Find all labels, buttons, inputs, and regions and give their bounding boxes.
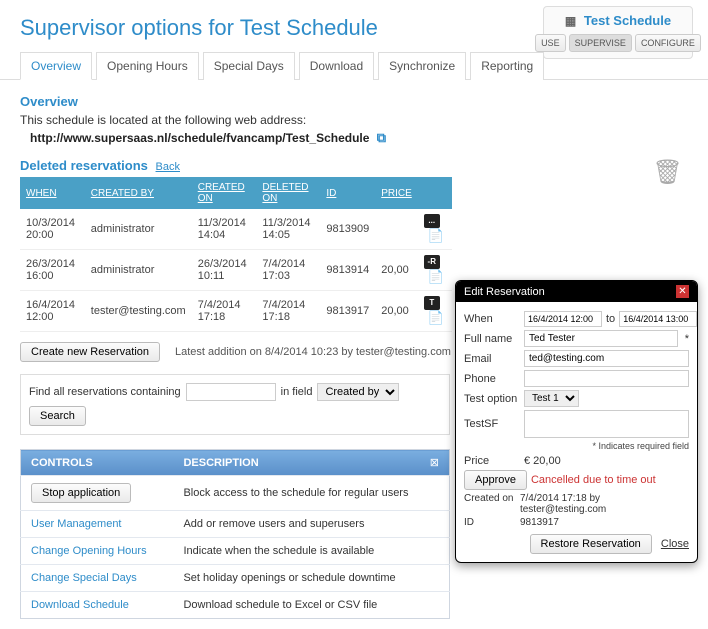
required-note: * Indicates required field: [464, 441, 689, 451]
col-actions: [418, 177, 452, 209]
control-description: Download schedule to Excel or CSV file: [173, 592, 449, 619]
control-description: Add or remove users and superusers: [173, 511, 449, 538]
control-link[interactable]: User Management: [31, 518, 122, 530]
email-label: Email: [464, 353, 520, 365]
popup-title: Edit Reservation: [464, 286, 545, 298]
when-label: When: [464, 313, 520, 325]
required-marker: *: [685, 333, 689, 345]
search-prefix: Find all reservations containing: [29, 386, 181, 398]
table-row: Download Schedule Download schedule to Ex…: [21, 592, 450, 619]
external-link-icon[interactable]: ⧉: [377, 130, 386, 145]
configure-button[interactable]: CONFIGURE: [635, 34, 701, 52]
id-label: ID: [464, 517, 520, 528]
controls-header: CONTROLS: [21, 450, 174, 476]
popup-header: Edit Reservation ✕: [456, 281, 697, 302]
tab-special-days[interactable]: Special Days: [203, 52, 295, 80]
schedule-title-text: Test Schedule: [584, 13, 671, 28]
testsf-label: TestSF: [464, 418, 520, 430]
col-created-on[interactable]: CREATED ON: [192, 177, 257, 209]
tab-synchronize[interactable]: Synchronize: [378, 52, 466, 80]
table-row: Stop application Block access to the sche…: [21, 476, 450, 511]
table-row: Change Special Days Set holiday openings …: [21, 565, 450, 592]
testopt-select[interactable]: Test 1: [524, 390, 579, 407]
supervise-button[interactable]: SUPERVISE: [569, 34, 632, 52]
email-input[interactable]: [524, 350, 689, 367]
deleted-table: WHEN CREATED BY CREATED ON DELETED ON ID…: [20, 177, 452, 332]
table-row: Change Opening Hours Indicate when the sc…: [21, 538, 450, 565]
document-icon[interactable]: 📄: [428, 269, 444, 284]
col-id[interactable]: ID: [320, 177, 375, 209]
controls-table: CONTROLS DESCRIPTION ⊠ Stop application B…: [20, 449, 450, 619]
schedule-panel: ▦ Test Schedule USE SUPERVISE CONFIGURE: [543, 6, 693, 59]
created-on-value: 7/4/2014 17:18 by tester@testing.com: [520, 493, 689, 515]
location-url: http://www.supersaas.nl/schedule/fvancam…: [20, 130, 688, 146]
tab-download[interactable]: Download: [299, 52, 374, 80]
back-link[interactable]: Back: [156, 161, 180, 173]
latest-addition-text: Latest addition on 8/4/2014 10:23 by tes…: [175, 346, 451, 358]
search-input[interactable]: [186, 383, 276, 401]
trash-icon[interactable]: 🗑: [653, 158, 683, 187]
search-box: Find all reservations containing in fiel…: [20, 374, 450, 435]
deleted-heading-text: Deleted reservations: [20, 158, 148, 173]
close-link[interactable]: Close: [661, 538, 689, 550]
phone-label: Phone: [464, 373, 520, 385]
create-reservation-button[interactable]: Create new Reservation: [20, 342, 160, 362]
testopt-label: Test option: [464, 393, 520, 405]
close-icon[interactable]: ✕: [676, 285, 689, 298]
when-to-input[interactable]: [619, 311, 697, 327]
price-label: Price: [464, 455, 520, 467]
control-link[interactable]: Download Schedule: [31, 599, 129, 611]
description-header: DESCRIPTION: [173, 450, 383, 476]
restore-reservation-button[interactable]: Restore Reservation: [530, 534, 652, 554]
search-field-select[interactable]: Created by: [317, 383, 399, 401]
table-row[interactable]: 16/4/2014 12:00tester@testing.com7/4/201…: [20, 291, 452, 332]
overview-heading: Overview: [20, 94, 688, 109]
status-badge: -R: [424, 255, 440, 269]
edit-reservation-popup: Edit Reservation ✕ When to Full name * E…: [455, 280, 698, 563]
tab-opening-hours[interactable]: Opening Hours: [96, 52, 199, 80]
when-to-label: to: [606, 313, 615, 325]
control-link[interactable]: Change Special Days: [31, 572, 137, 584]
document-icon[interactable]: 📄: [428, 310, 444, 325]
price-value: € 20,00: [524, 455, 561, 467]
control-description: Indicate when the schedule is available: [173, 538, 449, 565]
fullname-label: Full name: [464, 333, 520, 345]
location-text: This schedule is located at the followin…: [20, 113, 688, 127]
document-icon[interactable]: 📄: [428, 228, 444, 243]
table-row[interactable]: 10/3/2014 20:00administrator11/3/2014 14…: [20, 209, 452, 250]
approve-button[interactable]: Approve: [464, 470, 527, 490]
tab-overview[interactable]: Overview: [20, 52, 92, 80]
col-created-by[interactable]: CREATED BY: [85, 177, 192, 209]
url-text: http://www.supersaas.nl/schedule/fvancam…: [30, 131, 369, 145]
status-badge: ...: [424, 214, 440, 228]
table-row: User Management Add or remove users and s…: [21, 511, 450, 538]
controls-close-icon[interactable]: ⊠: [384, 450, 450, 476]
testsf-textarea[interactable]: [524, 410, 689, 438]
phone-input[interactable]: [524, 370, 689, 387]
control-link[interactable]: Change Opening Hours: [31, 545, 147, 557]
calendar-icon: ▦: [565, 14, 576, 28]
use-button[interactable]: USE: [535, 34, 566, 52]
schedule-title: ▦ Test Schedule: [550, 13, 686, 28]
col-when[interactable]: WHEN: [20, 177, 85, 209]
status-badge: T: [424, 296, 440, 310]
search-button[interactable]: Search: [29, 406, 86, 426]
col-deleted-on[interactable]: DELETED ON: [256, 177, 320, 209]
control-description: Block access to the schedule for regular…: [173, 476, 449, 511]
fullname-input[interactable]: [524, 330, 678, 347]
when-from-input[interactable]: [524, 311, 602, 327]
control-description: Set holiday openings or schedule downtim…: [173, 565, 449, 592]
col-price[interactable]: PRICE: [375, 177, 418, 209]
deleted-reservations-heading: Deleted reservations Back: [20, 158, 688, 173]
tab-reporting[interactable]: Reporting: [470, 52, 544, 80]
table-row[interactable]: 26/3/2014 16:00administrator26/3/2014 10…: [20, 250, 452, 291]
id-value: 9813917: [520, 517, 559, 528]
created-on-label: Created on: [464, 493, 520, 515]
search-in-field-label: in field: [281, 386, 313, 398]
stop-application-button[interactable]: Stop application: [31, 483, 131, 503]
cancelled-text: Cancelled due to time out: [531, 474, 656, 486]
